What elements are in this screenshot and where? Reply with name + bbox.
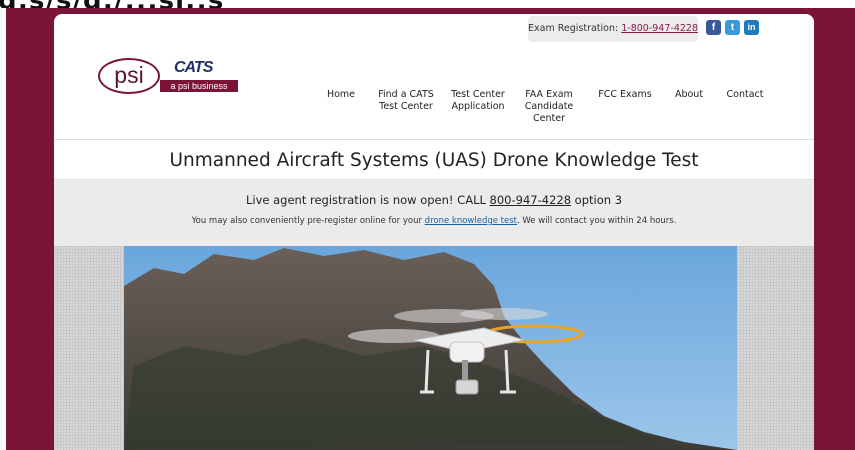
hero-banner	[54, 246, 814, 450]
preregister-text: You may also conveniently pre-register o…	[191, 216, 425, 226]
social-links: f t in	[706, 20, 759, 35]
linkedin-icon[interactable]: in	[744, 20, 759, 35]
nav-item-contact[interactable]: Contact	[725, 89, 765, 101]
site-header: Exam Registration: 1-800-947-4228 f t in…	[54, 14, 814, 140]
nav-item-fcc-exams[interactable]: FCC Exams	[598, 89, 652, 101]
drone-knowledge-test-link[interactable]: drone knowledge test	[425, 216, 517, 226]
notice-text-suffix: option 3	[571, 193, 623, 207]
logo-tagline: a psi business	[160, 80, 238, 92]
exam-registration-label: Exam Registration:	[528, 23, 622, 34]
twitter-icon[interactable]: t	[725, 20, 740, 35]
facebook-icon[interactable]: f	[706, 20, 721, 35]
hero-pattern-left	[54, 246, 124, 450]
hero-pattern-right	[737, 246, 814, 450]
notice-phone-link[interactable]: 800-947-4228	[490, 193, 571, 207]
exam-registration-phone-link[interactable]: 1-800-947-4228	[621, 23, 698, 34]
nav-item-about[interactable]: About	[672, 89, 706, 101]
nav-item-test-center-application[interactable]: Test Center Application	[448, 89, 508, 113]
site-container: Exam Registration: 1-800-947-4228 f t in…	[54, 14, 814, 450]
page-title: Unmanned Aircraft Systems (UAS) Drone Kn…	[169, 150, 699, 171]
drone-photo	[124, 246, 737, 450]
psi-logo-mark: psi	[98, 58, 160, 94]
site-logo[interactable]: psi CATS a psi business	[98, 58, 238, 98]
notice-line-secondary: You may also conveniently pre-register o…	[54, 207, 814, 226]
nav-item-faa-exam-candidate-center[interactable]: FAA Exam Candidate Center	[524, 89, 574, 125]
cats-logo-word: CATS	[174, 59, 213, 76]
nav-item-home[interactable]: Home	[326, 89, 356, 101]
notice-line-primary: Live agent registration is now open! CAL…	[54, 180, 814, 207]
nav-item-find-test-center[interactable]: Find a CATS Test Center	[372, 89, 440, 113]
notice-text: Live agent registration is now open! CAL…	[245, 193, 490, 207]
left-edge-strip	[0, 8, 6, 450]
page-title-bar: Unmanned Aircraft Systems (UAS) Drone Kn…	[54, 140, 814, 180]
registration-notice: Live agent registration is now open! CAL…	[54, 180, 814, 246]
exam-registration-box: Exam Registration: 1-800-947-4228	[528, 16, 698, 42]
preregister-text-suffix: . We will contact you within 24 hours.	[517, 216, 677, 226]
